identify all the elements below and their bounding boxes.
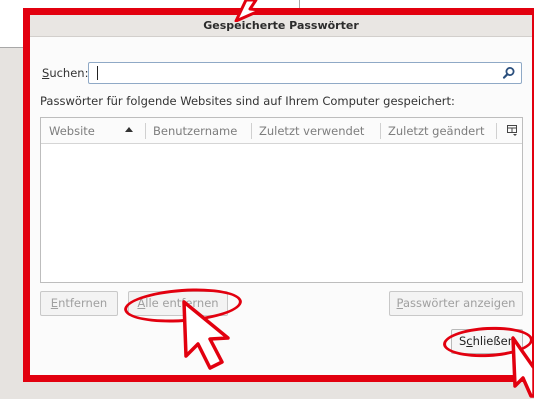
remove-all-button[interactable]: Alle entfernen [128, 291, 228, 316]
column-header-username[interactable]: Benutzername [145, 118, 251, 144]
remove-label: ntfernen [58, 296, 108, 310]
passwords-table[interactable]: Website Benutzername Zuletzt verwendet Z… [40, 117, 523, 283]
column-header-last-used[interactable]: Zuletzt verwendet [251, 118, 380, 144]
saved-passwords-dialog: Gespeicherte Passwörter Suchen: Passwört… [30, 15, 532, 375]
dialog-title: Gespeicherte Passwörter [203, 19, 359, 32]
info-text: Passwörter für folgende Websites sind au… [40, 94, 455, 108]
column-label-last-used: Zuletzt verwendet [259, 124, 365, 138]
sort-ascending-icon [125, 127, 133, 132]
column-label-website: Website [49, 124, 95, 138]
table-header: Website Benutzername Zuletzt verwendet Z… [41, 118, 522, 144]
search-label: Suchen: [42, 66, 88, 80]
dialog-titlebar[interactable]: Gespeicherte Passwörter [30, 15, 532, 37]
remove-button[interactable]: Entfernen [40, 291, 118, 316]
search-icon[interactable] [501, 65, 517, 81]
column-divider[interactable] [496, 123, 497, 139]
show-passwords-button[interactable]: Passwörter anzeigen [389, 291, 523, 316]
search-label-text: uchen: [49, 66, 89, 80]
text-caret [97, 66, 98, 80]
close-label: hließen [472, 334, 515, 348]
remove-all-label: lle entfernen [145, 296, 219, 310]
search-input[interactable] [88, 62, 522, 84]
column-picker-icon[interactable] [507, 125, 518, 136]
column-label-last-changed: Zuletzt geändert [388, 124, 485, 138]
show-passwords-label: asswörter anzeigen [402, 296, 516, 310]
column-header-last-changed[interactable]: Zuletzt geändert [380, 118, 495, 144]
remove-accesskey: E [50, 296, 59, 310]
column-label-username: Benutzername [153, 124, 238, 138]
close-button[interactable]: Schließen [451, 329, 523, 354]
